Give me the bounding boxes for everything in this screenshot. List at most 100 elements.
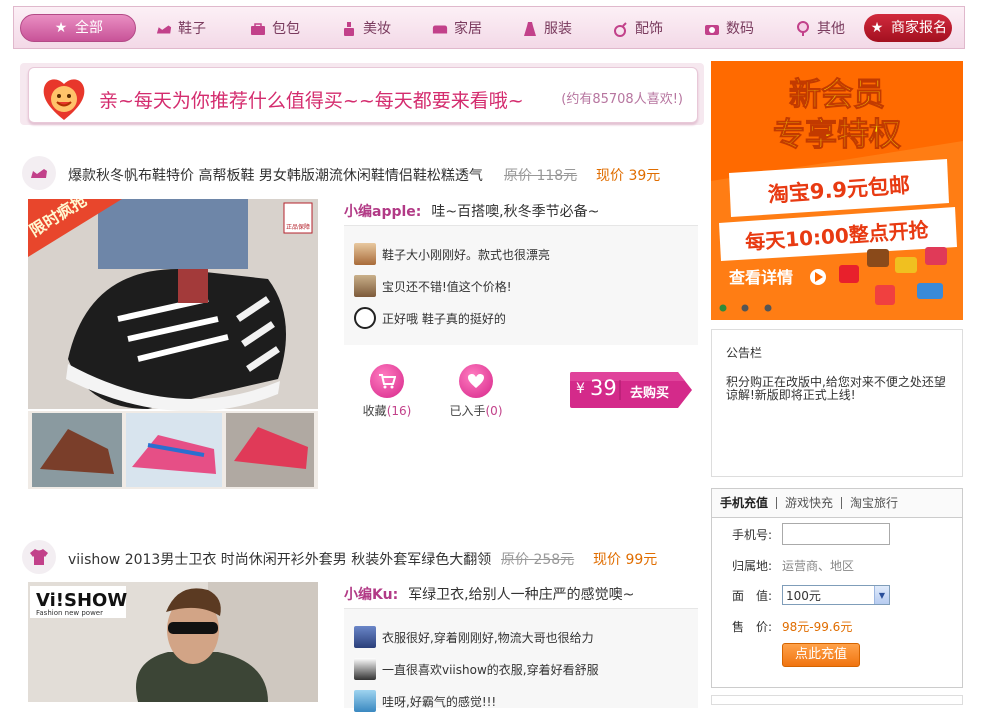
collect-label: 收藏: [362, 404, 387, 418]
home-icon: [432, 21, 448, 37]
avatar: [354, 275, 376, 297]
nav-item-other[interactable]: 其他: [795, 15, 845, 43]
photo-seal: 正品保障: [286, 223, 310, 231]
tab-game-recharge[interactable]: 游戏快充: [777, 497, 843, 509]
buy-button[interactable]: ¥ 39 去购买: [570, 372, 692, 408]
comment-text: 衣服很好,穿着刚刚好,物流大哥也很给力: [382, 630, 594, 645]
bag-icon: [250, 21, 266, 37]
carousel-dot[interactable]: [741, 304, 749, 312]
nav-label: 其他: [817, 21, 845, 37]
banner-text: 亲~每天为你推荐什么值得买~~每天都要来看哦~: [99, 90, 524, 112]
location-row: 归属地: 运营商、地区: [732, 557, 854, 574]
nav-label: 数码: [726, 21, 754, 37]
item-header: viishow 2013男士卫衣 时尚休闲开衫外套男 秋装外套军绿色大翻领 原价…: [22, 540, 702, 574]
comment-text: 哇呀,好霸气的感觉!!!: [382, 694, 497, 709]
nav-label: 全部: [75, 20, 103, 36]
nav-item-accessories[interactable]: 配饰: [613, 15, 663, 43]
lollipop-icon: [795, 21, 811, 37]
nav-item-shoes[interactable]: 鞋子: [156, 15, 206, 43]
nav-item-cosmetics[interactable]: 美妆: [341, 15, 391, 43]
editor-name: 小编Ku:: [344, 587, 399, 603]
shoe-icon: [22, 156, 56, 190]
item-title[interactable]: 爆款秋冬帆布鞋特价 高帮板鞋 男女韩版潮流休闲鞋情侣鞋松糕透气: [68, 165, 483, 185]
face-value-label: 面 值:: [732, 588, 773, 603]
nav-label: 配饰: [635, 21, 663, 37]
notice-board: 公告栏 积分购正在改版中,给您对来不便之处还望谅解!新版即将正式上线!: [711, 329, 963, 477]
location-label: 归属地:: [732, 559, 773, 573]
nav-item-bags[interactable]: 包包: [250, 15, 300, 43]
avatar: [354, 626, 376, 648]
ad-headline-2: 专享特权: [773, 115, 901, 153]
dress-icon: [522, 21, 538, 37]
shirt-icon: [22, 540, 56, 574]
nav-item-home[interactable]: 家居: [432, 15, 482, 43]
recharge-tabs: 手机充值 游戏快充 淘宝旅行: [712, 489, 962, 518]
editor-comment: 小编Ku: 军绿卫衣,给别人一种庄严的感觉噢~: [344, 584, 634, 604]
comment-item: 衣服很好,穿着刚刚好,物流大哥也很给力: [354, 625, 594, 649]
nav-label: 鞋子: [178, 21, 206, 37]
camera-icon: [704, 21, 720, 37]
price-label: 售 价:: [732, 620, 773, 634]
comment-text: 正好哦 鞋子真的挺好的: [382, 311, 506, 326]
collect-count: (16): [386, 404, 412, 418]
carousel-dot[interactable]: [764, 304, 772, 312]
nav-label: 服装: [544, 21, 572, 37]
recommend-banner: 亲~每天为你推荐什么值得买~~每天都要来看哦~ (约有85708人喜欢!): [20, 63, 704, 125]
sidebar-box: [711, 695, 963, 705]
avatar: [354, 690, 376, 712]
comment-item: 鞋子大小刚刚好。款式也很漂亮: [354, 242, 550, 266]
heart-face-icon: [43, 79, 85, 120]
product-image[interactable]: Vi!SHOW Fashion new power: [28, 582, 318, 702]
nav-item-all[interactable]: ★ 全部: [20, 14, 136, 42]
category-nav: ★ 全部 鞋子 包包 美妆 家居 服装 配饰 数码 其他 ★ 商家报名: [13, 6, 965, 49]
phone-input[interactable]: [782, 523, 890, 545]
cart-icon: [370, 364, 404, 398]
item-title[interactable]: viishow 2013男士卫衣 时尚休闲开衫外套男 秋装外套军绿色大翻领: [68, 549, 491, 569]
original-price: 原价 118元: [504, 168, 578, 184]
currency-symbol: ¥: [576, 381, 585, 397]
carousel-dot[interactable]: [719, 304, 727, 312]
nav-label: 商家报名: [891, 20, 947, 36]
location-value: 运营商、地区: [782, 559, 855, 573]
recharge-panel: 手机充值 游戏快充 淘宝旅行 手机号: 归属地: 运营商、地区 面 值: 100…: [711, 488, 963, 688]
like-count: (约有85708人喜欢!): [561, 92, 683, 107]
merchant-signup-button[interactable]: ★ 商家报名: [864, 14, 952, 42]
original-price: 原价 258元: [501, 552, 575, 568]
photo-tagline: Fashion new power: [36, 609, 103, 617]
editor-message: 军绿卫衣,给别人一种庄严的感觉噢~: [408, 587, 635, 603]
buy-price: 39: [590, 376, 617, 400]
recharge-button[interactable]: 点此充值: [782, 643, 860, 667]
comment-item: 一直很喜欢viishow的衣服,穿着好看舒服: [354, 657, 599, 681]
product-image[interactable]: 限时疯抢 正品保障: [28, 199, 318, 489]
collect-button[interactable]: 收藏(16): [357, 364, 417, 419]
nav-item-digital[interactable]: 数码: [704, 15, 754, 43]
comment-text: 宝贝还不错!值这个价格!: [382, 279, 512, 294]
nav-label: 包包: [272, 21, 300, 37]
comment-item: 正好哦 鞋子真的挺好的: [354, 306, 506, 330]
member-promo-ad[interactable]: 新会员 专享特权 淘宝9.9元包邮 每天10:00整点开抢 查看详情: [711, 61, 963, 320]
ad-cta: 查看详情: [729, 268, 793, 287]
editor-message: 哇~百搭噢,秋冬季节必备~: [431, 204, 600, 220]
tab-taobao-travel[interactable]: 淘宝旅行: [842, 497, 906, 509]
chevron-down-icon[interactable]: ▼: [874, 586, 889, 604]
bought-label: 已入手: [449, 404, 486, 418]
bought-count: (0): [485, 404, 503, 418]
avatar: [354, 243, 376, 265]
editor-comment: 小编apple: 哇~百搭噢,秋冬季节必备~: [344, 201, 599, 221]
ad-headline-1: 新会员: [789, 75, 885, 113]
tab-phone-recharge[interactable]: 手机充值: [712, 497, 778, 509]
comment-text: 一直很喜欢viishow的衣服,穿着好看舒服: [382, 662, 599, 677]
bought-button[interactable]: 已入手(0): [446, 364, 506, 419]
item-header: 爆款秋冬帆布鞋特价 高帮板鞋 男女韩版潮流休闲鞋情侣鞋松糕透气 原价 118元 …: [22, 156, 702, 190]
current-price: 现价 99元: [593, 552, 658, 568]
price-value: 98元-99.6元: [782, 620, 853, 634]
face-value-select[interactable]: 100元 ▼: [782, 585, 890, 605]
star-icon: ★: [870, 20, 884, 36]
current-price: 现价 39元: [596, 168, 661, 184]
nav-label: 美妆: [363, 21, 391, 37]
editor-name: 小编apple:: [344, 204, 422, 220]
nav-label: 家居: [454, 21, 482, 37]
phone-row: 手机号:: [732, 523, 890, 545]
nav-item-clothing[interactable]: 服装: [522, 15, 572, 43]
price-row: 售 价: 98元-99.6元: [732, 618, 852, 635]
